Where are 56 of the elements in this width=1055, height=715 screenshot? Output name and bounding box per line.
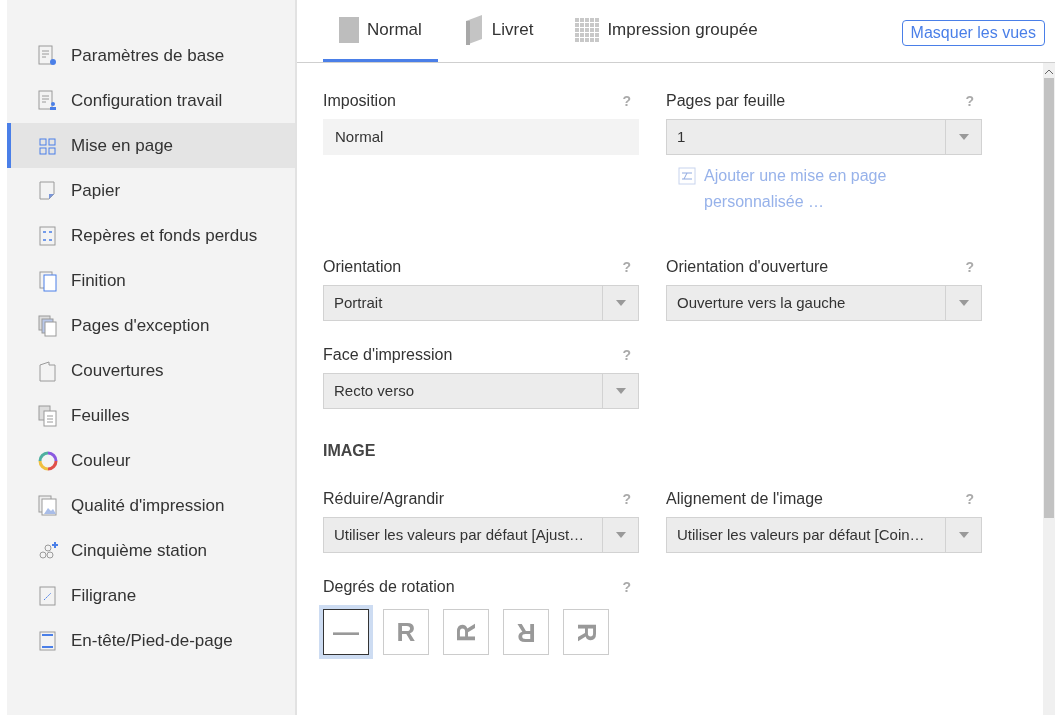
sidebar-item[interactable]: Filigrane: [7, 573, 295, 618]
scroll-up-icon[interactable]: [1045, 69, 1053, 74]
sidebar-item[interactable]: Couleur: [7, 438, 295, 483]
page-icon: [339, 16, 359, 43]
scrollbar[interactable]: [1043, 63, 1055, 715]
sidebar-item[interactable]: Pages d'exception: [7, 303, 295, 348]
select-field[interactable]: Utiliser les valeurs par défaut [Ajust…: [323, 517, 639, 553]
view-tab[interactable]: Impression groupée: [559, 0, 774, 62]
crop-marks-icon: [37, 223, 59, 248]
user-document-icon: [37, 88, 59, 113]
select-field[interactable]: Utiliser les valeurs par défaut [Coin…: [666, 517, 982, 553]
layout-icon: [678, 167, 696, 185]
select-field[interactable]: 1: [666, 119, 982, 155]
sidebar-item[interactable]: Couvertures: [7, 348, 295, 393]
sidebar-item[interactable]: Repères et fonds perdus: [7, 213, 295, 258]
sidebar-item[interactable]: Finition: [7, 258, 295, 303]
field-label: Pages par feuille: [666, 91, 786, 111]
image-quality-icon: [37, 493, 59, 518]
sheets-icon: [37, 403, 59, 428]
readonly-field: Normal: [323, 119, 639, 155]
sidebar-item[interactable]: Configuration travail: [7, 78, 295, 123]
sidebar-item[interactable]: Feuilles: [7, 393, 295, 438]
caret-icon: [958, 532, 969, 538]
sidebar-item[interactable]: Paramètres de base: [7, 33, 295, 78]
field-label: Alignement de l'image: [666, 489, 823, 509]
booklet-icon: [463, 14, 484, 45]
grid-icon: [575, 17, 600, 42]
select-field[interactable]: Ouverture vers la gauche: [666, 285, 982, 321]
hide-views-button[interactable]: Masquer les vues: [901, 20, 1045, 46]
select-field[interactable]: Portrait: [323, 285, 639, 321]
caret-icon: [615, 300, 626, 306]
sidebar-item[interactable]: En-tête/Pied-de-page: [7, 618, 295, 663]
cover-icon: [37, 358, 59, 383]
sidebar-item[interactable]: Papier: [7, 168, 295, 213]
caret-icon: [958, 300, 969, 306]
binder-icon: [37, 268, 59, 293]
field-label: Degrés de rotation: [323, 577, 455, 597]
caret-icon: [958, 134, 969, 140]
caret-icon: [615, 388, 626, 394]
sidebar-item[interactable]: Cinquième station: [7, 528, 295, 573]
field-label: Imposition: [323, 91, 396, 111]
sidebar-item[interactable]: Qualité d'impression: [7, 483, 295, 528]
caret-icon: [615, 532, 626, 538]
view-tab[interactable]: Normal: [323, 0, 438, 62]
stacked-pages-icon: [37, 313, 59, 338]
watermark-icon: [37, 583, 59, 608]
field-label: Face d'impression: [323, 345, 453, 365]
settings-document-icon: [37, 43, 59, 68]
select-field[interactable]: Recto verso: [323, 373, 639, 409]
field-label: Orientation d'ouverture: [666, 257, 829, 277]
section-heading: IMAGE: [323, 441, 376, 461]
field-label: Réduire/Agrandir: [323, 489, 444, 509]
header-footer-icon: [37, 628, 59, 653]
view-tab[interactable]: Livret: [447, 0, 550, 62]
field-label: Orientation: [323, 257, 402, 277]
sidebar-item[interactable]: Mise en page: [7, 123, 295, 168]
